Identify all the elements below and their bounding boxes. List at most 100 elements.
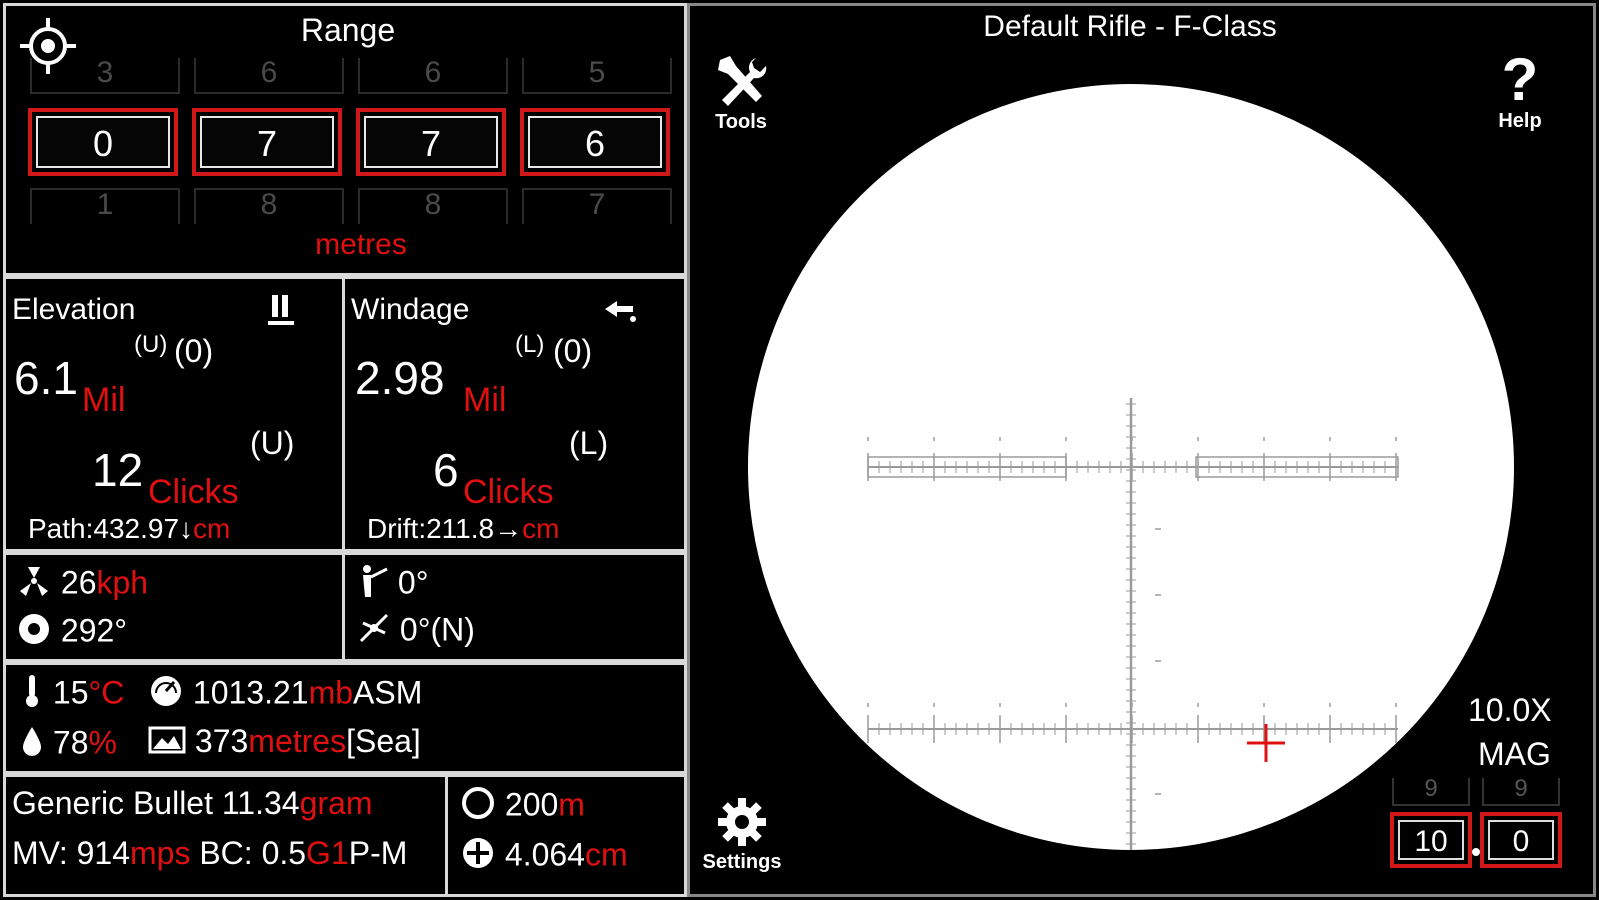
wheel-prev-digit: 3 bbox=[30, 58, 180, 94]
windage-drift-value: Drift:211.8→ bbox=[367, 513, 523, 544]
crosshair-circle-icon bbox=[460, 835, 496, 879]
rifle-profile-title[interactable]: Default Rifle - F-Class bbox=[690, 10, 1570, 44]
mag-wheel-ghost-decimal: 9 bbox=[1482, 777, 1560, 806]
elevation-clicks-unit: Clicks bbox=[148, 473, 239, 511]
wind-direction-value: 292° bbox=[60, 612, 128, 649]
wheel-next-digit: 8 bbox=[194, 188, 344, 224]
landscape-icon bbox=[148, 724, 186, 764]
range-title: Range bbox=[300, 12, 396, 48]
ballistic-coefficient: BC: 0.5 bbox=[199, 835, 307, 871]
elevation-panel[interactable]: Elevation (U) (0) 6.1 Mil (U) 12 Clicks … bbox=[3, 276, 345, 552]
wheel-digit-value: 6 bbox=[528, 116, 662, 168]
humidity-unit: % bbox=[88, 724, 117, 761]
compass-icon bbox=[16, 611, 52, 655]
magnification-label: MAG bbox=[1478, 736, 1551, 772]
pressure-mode: ASM bbox=[353, 674, 423, 711]
pressure-value: 1013.21 bbox=[192, 674, 309, 711]
windage-mil-unit: Mil bbox=[463, 381, 507, 419]
elevation-mil-unit: Mil bbox=[82, 381, 126, 419]
elevation-path: Path:432.97↓cm bbox=[28, 513, 230, 545]
bc-extra: P-M bbox=[348, 835, 408, 871]
windage-panel[interactable]: Windage (L) (0) 2.98 Mil (L) 6 Clicks Dr… bbox=[342, 276, 687, 552]
range-unit-label[interactable]: metres bbox=[6, 228, 716, 262]
wheel-prev-digit: 6 bbox=[194, 58, 344, 94]
range-panel: Range 3 0 1 6 7 8 6 7 8 5 6 7 metres bbox=[3, 3, 687, 276]
mag-wheel-ghost-whole: 9 bbox=[1392, 777, 1470, 806]
windage-drift: Drift:211.8→cm bbox=[367, 513, 559, 545]
windage-mil-value: 2.98 bbox=[355, 352, 445, 404]
mag-decimal-value: 0 bbox=[1488, 820, 1554, 860]
wind-direction-row: 292° bbox=[16, 611, 127, 655]
bc-model: G1 bbox=[306, 835, 349, 871]
pressure-unit: mb bbox=[308, 674, 354, 711]
scope-panel: Default Rifle - F-Class Tools ? Help Set… bbox=[687, 3, 1596, 897]
water-drop-icon bbox=[20, 723, 44, 767]
elevation-mil-adjust: (0) bbox=[174, 333, 214, 369]
mag-wheel-whole[interactable]: 10 bbox=[1390, 812, 1472, 868]
elevation-turret-icon[interactable] bbox=[266, 293, 296, 327]
zero-range-value: 200 bbox=[504, 786, 559, 823]
barometer-icon bbox=[148, 673, 184, 717]
thermometer-icon bbox=[20, 673, 44, 717]
windage-arrow-icon[interactable] bbox=[603, 295, 639, 325]
wheel-selected-digit[interactable]: 0 bbox=[28, 108, 178, 176]
pressure-row: 1013.21mbASM bbox=[148, 673, 422, 717]
bullet-weight-unit: gram bbox=[299, 785, 373, 821]
wheel-next-digit: 8 bbox=[358, 188, 508, 224]
mag-whole-value: 10 bbox=[1398, 820, 1464, 860]
range-wheel-hundreds[interactable]: 6 7 8 bbox=[192, 58, 344, 238]
altitude-value: 373 bbox=[194, 723, 249, 759]
windage-clicks-dir: (L) bbox=[569, 425, 609, 461]
sight-height-row: 4.064cm bbox=[460, 835, 628, 879]
wheel-selected-digit[interactable]: 7 bbox=[356, 108, 506, 176]
reticle bbox=[748, 84, 1514, 850]
range-wheel-hundreds-thousands[interactable]: 3 0 1 bbox=[28, 58, 180, 238]
wheel-prev-digit: 5 bbox=[522, 58, 672, 94]
bullet-name-row: Generic Bullet 11.34gram bbox=[12, 785, 372, 822]
zero-range-row: 200m bbox=[460, 785, 585, 829]
altitude-unit: metres bbox=[248, 723, 347, 759]
temperature-row: 15°C bbox=[20, 673, 124, 717]
humidity-value: 78 bbox=[52, 724, 89, 761]
temperature-value: 15 bbox=[52, 674, 89, 711]
angle-panel[interactable]: 0° 0°(N) bbox=[342, 552, 687, 662]
wind-panel[interactable]: 26kph 292° bbox=[3, 552, 345, 662]
temperature-unit: °C bbox=[88, 674, 125, 711]
bullet-weight: 11.34 bbox=[221, 785, 300, 821]
wind-speed-unit: kph bbox=[96, 564, 149, 601]
zero-panel[interactable]: 200m 4.064cm bbox=[445, 774, 687, 897]
elevation-title: Elevation bbox=[12, 293, 136, 326]
wind-speed-row: 26kph bbox=[16, 563, 148, 607]
elevation-path-value: Path:432.97↓ bbox=[28, 513, 194, 544]
elevation-mil-value: 6.1 bbox=[14, 352, 78, 404]
incline-value: 0° bbox=[397, 564, 429, 601]
windage-mil-adjust: (0) bbox=[553, 333, 593, 369]
atmosphere-panel[interactable]: 15°C 1013.21mbASM 78% 373metres[Sea] bbox=[3, 662, 687, 774]
range-wheel-units[interactable]: 5 6 7 bbox=[520, 58, 672, 238]
elevation-mil-dir: (U) bbox=[134, 331, 168, 358]
elevation-clicks-value: 12 bbox=[92, 444, 144, 496]
wheel-next-digit: 1 bbox=[30, 188, 180, 224]
muzzle-velocity: MV: 914 bbox=[12, 835, 130, 871]
wheel-next-digit: 7 bbox=[522, 188, 672, 224]
wind-speed-value: 26 bbox=[60, 564, 97, 601]
fan-icon bbox=[16, 563, 52, 607]
sight-height-unit: cm bbox=[584, 836, 628, 873]
mag-wheel-decimal[interactable]: 0 bbox=[1480, 812, 1562, 868]
wheel-prev-digit: 6 bbox=[358, 58, 508, 94]
settings-label: Settings bbox=[702, 851, 782, 873]
wheel-digit-value: 0 bbox=[36, 116, 170, 168]
wheel-selected-digit[interactable]: 7 bbox=[192, 108, 342, 176]
magnification-value: 10.0X bbox=[1468, 692, 1552, 728]
sight-height-value: 4.064 bbox=[504, 836, 585, 873]
incline-row: 0° bbox=[357, 563, 428, 607]
windage-drift-unit: cm bbox=[522, 513, 560, 544]
bullet-panel[interactable]: Generic Bullet 11.34gram MV: 914mps BC: … bbox=[3, 774, 448, 897]
humidity-row: 78% bbox=[20, 723, 117, 767]
scope-view[interactable] bbox=[748, 84, 1514, 850]
range-wheel-tens[interactable]: 6 7 8 bbox=[356, 58, 508, 238]
mag-decimal-point bbox=[1472, 848, 1480, 856]
windage-clicks-value: 6 bbox=[433, 444, 459, 496]
wheel-selected-digit[interactable]: 6 bbox=[520, 108, 670, 176]
bullet-name: Generic Bullet bbox=[12, 785, 213, 821]
